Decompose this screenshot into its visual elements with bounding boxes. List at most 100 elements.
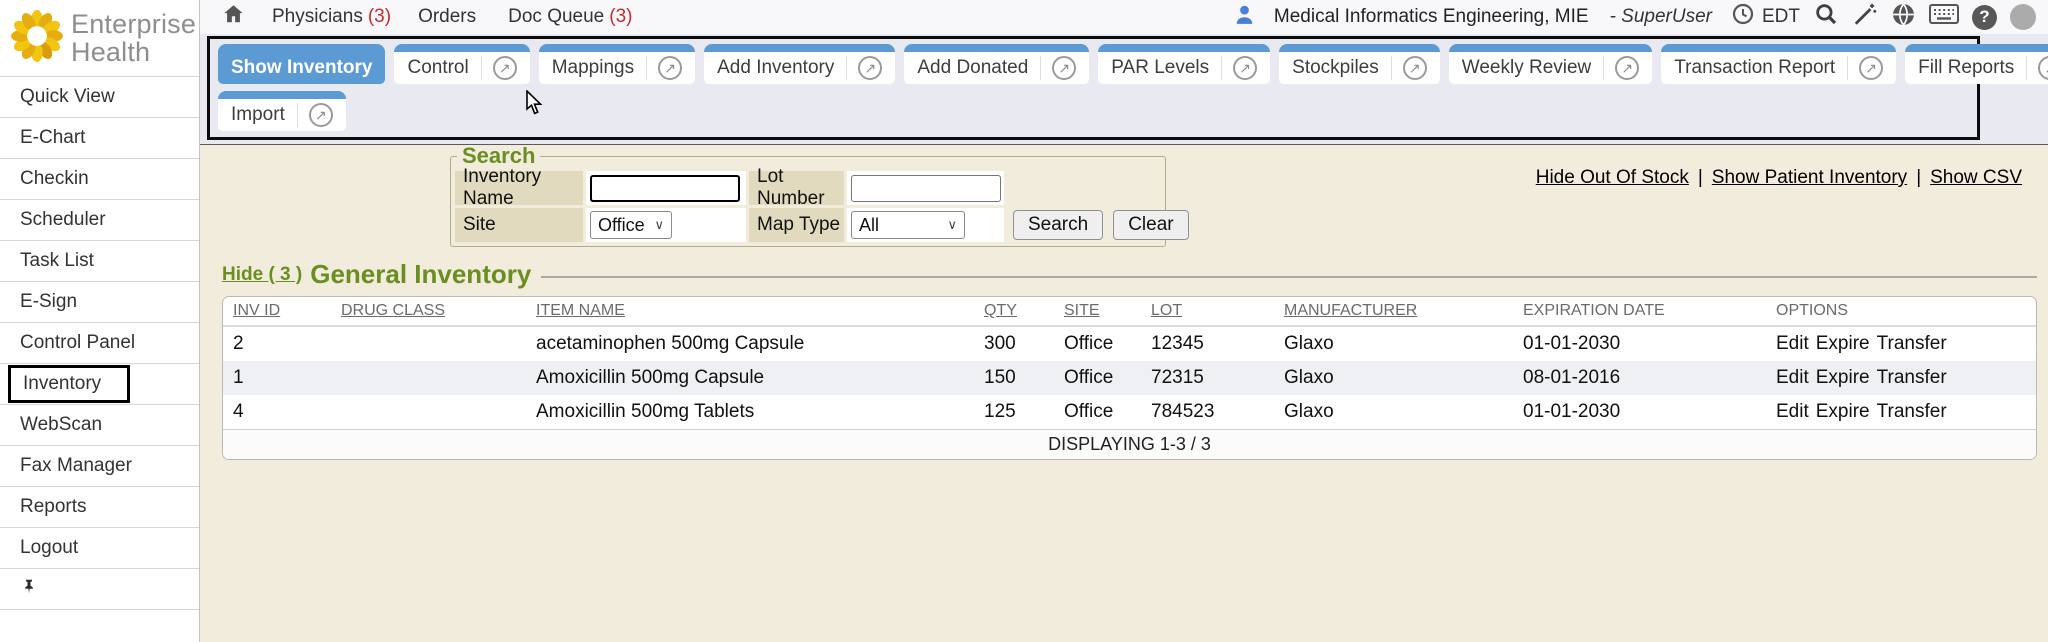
tab-par-levels[interactable]: PAR Levels ↗ bbox=[1098, 44, 1270, 84]
separator: | bbox=[1698, 167, 1703, 189]
sidebar-item-e-sign[interactable]: E-Sign bbox=[0, 281, 199, 322]
show-csv-link[interactable]: Show CSV bbox=[1930, 167, 2022, 189]
tab-show-inventory[interactable]: Show Inventory bbox=[218, 44, 385, 84]
external-link-icon[interactable]: ↗ bbox=[646, 56, 682, 80]
external-link-icon[interactable]: ↗ bbox=[297, 103, 333, 127]
transfer-option[interactable]: Transfer bbox=[1877, 367, 1947, 389]
table-header-row: INV ID DRUG CLASS ITEM NAME QTY SITE LOT… bbox=[223, 297, 2036, 327]
tab-weekly-review[interactable]: Weekly Review ↗ bbox=[1449, 44, 1653, 84]
sidebar-pin-toggle[interactable] bbox=[0, 568, 199, 609]
hide-count-link[interactable]: Hide ( 3 ) bbox=[222, 264, 302, 286]
sidebar-item-quick-view[interactable]: Quick View bbox=[0, 76, 199, 117]
col-site[interactable]: SITE bbox=[1054, 302, 1141, 320]
keyboard-icon[interactable] bbox=[1929, 3, 1959, 31]
edit-option[interactable]: Edit bbox=[1776, 333, 1809, 355]
external-link-icon[interactable]: ↗ bbox=[1040, 56, 1076, 80]
help-icon[interactable]: ? bbox=[1972, 5, 1997, 30]
transfer-option[interactable]: Transfer bbox=[1877, 401, 1947, 423]
table-pagination: DISPLAYING 1-3 / 3 bbox=[223, 429, 2036, 459]
external-link-icon[interactable]: ↗ bbox=[2026, 56, 2048, 80]
quick-links: Hide Out Of Stock | Show Patient Invento… bbox=[1536, 167, 2022, 189]
table-row: 1 Amoxicillin 500mg Capsule 150 Office 7… bbox=[223, 361, 2036, 395]
main-area: Physicians (3) Orders Doc Queue (3) Medi… bbox=[200, 0, 2048, 642]
edit-option[interactable]: Edit bbox=[1776, 367, 1809, 389]
external-link-icon[interactable]: ↗ bbox=[1603, 56, 1639, 80]
logo: Enterprise Health bbox=[0, 0, 199, 76]
expire-option[interactable]: Expire bbox=[1816, 401, 1870, 423]
nav-orders[interactable]: Orders bbox=[418, 6, 481, 28]
wand-icon[interactable] bbox=[1852, 1, 1878, 33]
lot-number-input[interactable] bbox=[851, 175, 1001, 202]
tab-fill-reports[interactable]: Fill Reports ↗ bbox=[1905, 44, 2048, 84]
tab-transaction-report[interactable]: Transaction Report ↗ bbox=[1661, 44, 1896, 84]
top-bar-right: Medical Informatics Engineering, MIE - S… bbox=[1232, 1, 2036, 33]
doc-queue-count-badge: (3) bbox=[609, 6, 632, 28]
inventory-table: INV ID DRUG CLASS ITEM NAME QTY SITE LOT… bbox=[222, 296, 2037, 460]
tab-add-inventory[interactable]: Add Inventory ↗ bbox=[704, 44, 895, 84]
tab-control[interactable]: Control ↗ bbox=[394, 44, 529, 84]
search-icon[interactable] bbox=[1813, 1, 1839, 33]
physicians-count-badge: (3) bbox=[368, 6, 391, 28]
search-button[interactable]: Search bbox=[1013, 210, 1103, 240]
user-role: - SuperUser bbox=[1610, 6, 1712, 28]
sidebar-item-e-chart[interactable]: E-Chart bbox=[0, 117, 199, 158]
pin-icon bbox=[20, 577, 38, 602]
external-link-icon[interactable]: ↗ bbox=[1391, 56, 1427, 80]
sidebar-item-fax-manager[interactable]: Fax Manager bbox=[0, 445, 199, 486]
external-link-icon[interactable]: ↗ bbox=[1221, 56, 1257, 80]
sidebar-item-checkin[interactable]: Checkin bbox=[0, 158, 199, 199]
edit-option[interactable]: Edit bbox=[1776, 401, 1809, 423]
chevron-down-icon: ∨ bbox=[654, 217, 664, 233]
external-link-icon[interactable]: ↗ bbox=[1847, 56, 1883, 80]
home-icon[interactable] bbox=[222, 3, 245, 31]
external-link-icon[interactable]: ↗ bbox=[481, 56, 517, 80]
tab-add-donated[interactable]: Add Donated ↗ bbox=[904, 44, 1089, 84]
map-type-label: Map Type bbox=[749, 208, 844, 242]
col-lot[interactable]: LOT bbox=[1141, 302, 1274, 320]
tab-import[interactable]: Import ↗ bbox=[218, 91, 346, 131]
nav-doc-queue[interactable]: Doc Queue (3) bbox=[508, 6, 632, 28]
site-label: Site bbox=[455, 208, 583, 242]
active-item-highlight: Inventory bbox=[8, 365, 130, 403]
external-link-icon[interactable]: ↗ bbox=[846, 56, 882, 80]
section-title: General Inventory bbox=[310, 259, 531, 290]
tab-stockpiles[interactable]: Stockpiles ↗ bbox=[1279, 44, 1440, 84]
clock-icon[interactable] bbox=[1731, 2, 1755, 32]
status-circle-icon[interactable] bbox=[2010, 4, 2036, 30]
show-patient-inventory-link[interactable]: Show Patient Inventory bbox=[1712, 167, 1907, 189]
sidebar-item-webscan[interactable]: WebScan bbox=[0, 404, 199, 445]
hide-out-of-stock-link[interactable]: Hide Out Of Stock bbox=[1536, 167, 1689, 189]
sidebar-item-scheduler[interactable]: Scheduler bbox=[0, 199, 199, 240]
site-select[interactable]: Office ∨ bbox=[590, 211, 672, 239]
top-nav: Physicians (3) Orders Doc Queue (3) bbox=[222, 3, 633, 31]
app-window: Enterprise Health Quick View E-Chart Che… bbox=[0, 0, 2048, 642]
sidebar-item-logout[interactable]: Logout bbox=[0, 527, 199, 568]
map-type-select[interactable]: All ∨ bbox=[851, 211, 965, 239]
col-expiration-date: EXPIRATION DATE bbox=[1513, 302, 1766, 320]
sidebar-item-control-panel[interactable]: Control Panel bbox=[0, 322, 199, 363]
col-inv-id[interactable]: INV ID bbox=[223, 302, 331, 320]
sidebar-item-task-list[interactable]: Task List bbox=[0, 240, 199, 281]
nav-physicians[interactable]: Physicians (3) bbox=[272, 6, 391, 28]
user-icon bbox=[1232, 2, 1257, 33]
expire-option[interactable]: Expire bbox=[1816, 333, 1870, 355]
separator: | bbox=[1916, 167, 1921, 189]
toolbar-region: Show Inventory Control ↗ Mappings ↗ bbox=[200, 34, 2048, 145]
col-qty[interactable]: QTY bbox=[974, 302, 1054, 320]
transfer-option[interactable]: Transfer bbox=[1877, 333, 1947, 355]
tab-mappings[interactable]: Mappings ↗ bbox=[539, 44, 695, 84]
sidebar-item-reports[interactable]: Reports bbox=[0, 486, 199, 527]
chevron-down-icon: ∨ bbox=[947, 217, 957, 233]
divider-line bbox=[541, 276, 2037, 278]
top-bar: Physicians (3) Orders Doc Queue (3) Medi… bbox=[200, 0, 2048, 34]
user-name: Medical Informatics Engineering, MIE bbox=[1274, 6, 1589, 28]
col-drug-class[interactable]: DRUG CLASS bbox=[331, 302, 526, 320]
col-item-name[interactable]: ITEM NAME bbox=[526, 302, 974, 320]
clear-button[interactable]: Clear bbox=[1113, 210, 1188, 240]
inventory-toolbar: Show Inventory Control ↗ Mappings ↗ bbox=[207, 36, 1980, 140]
sidebar-item-inventory[interactable]: Inventory bbox=[0, 363, 199, 404]
globe-icon[interactable] bbox=[1891, 2, 1916, 33]
expire-option[interactable]: Expire bbox=[1816, 367, 1870, 389]
col-manufacturer[interactable]: MANUFACTURER bbox=[1274, 302, 1513, 320]
inventory-name-input[interactable] bbox=[590, 175, 740, 202]
